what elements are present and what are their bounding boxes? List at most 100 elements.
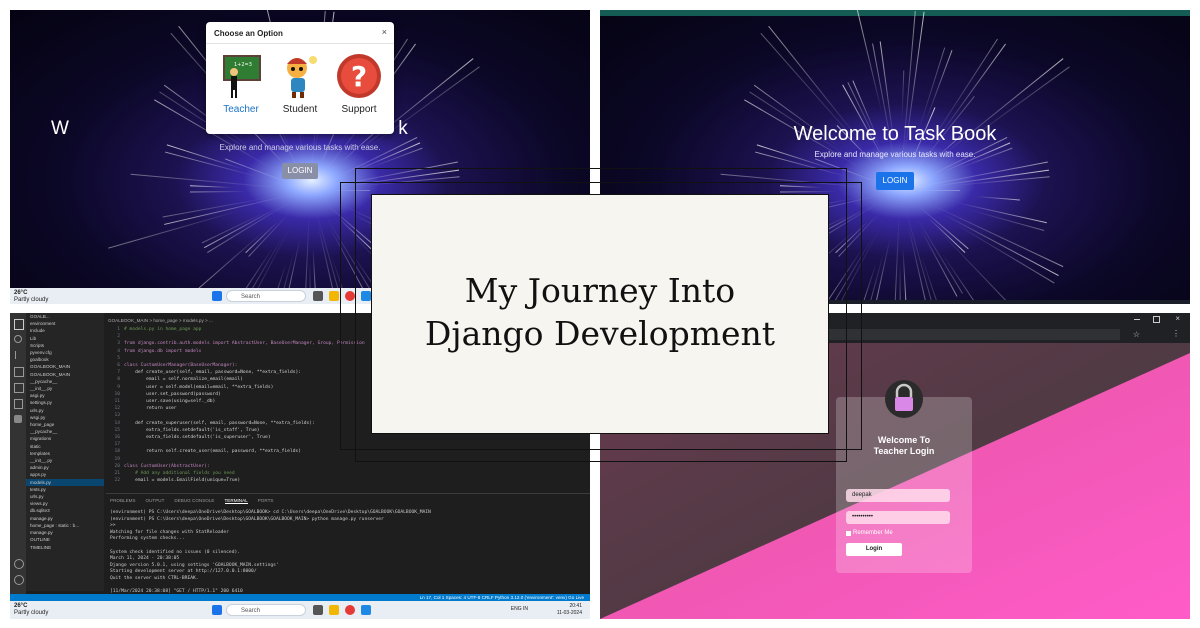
explorer-item[interactable]: __pycache__ [26,428,104,435]
close-icon[interactable]: × [382,27,387,37]
search-icon[interactable] [14,335,22,343]
light-streak [162,197,270,218]
explorer-item[interactable]: environment [26,320,104,327]
explorer-item[interactable]: GOALBOOK_MAIN [26,371,104,378]
terminal-tab[interactable]: OUTPUT [146,498,165,503]
explorer-item[interactable]: OUTLINE [26,536,104,543]
title-line-1: My Journey Into [464,271,736,310]
light-streak [891,216,900,304]
explorer-item[interactable]: templates [26,450,104,457]
weather-widget[interactable]: 26°C Partly cloudy [14,290,48,304]
code-line: from django.contrib.auth.models import A… [124,341,365,347]
explorer-item[interactable]: asgi.py [26,392,104,399]
explorer-item[interactable]: pyvenv.cfg [26,349,104,356]
explorer-item[interactable]: GOALBOOK_MAIN [26,363,104,370]
maximize-icon[interactable] [1153,316,1160,323]
terminal-line: >> [110,523,116,529]
explorer-item[interactable]: __init__.py [26,457,104,464]
taskbar-search[interactable]: Search [226,290,306,302]
explorer-item[interactable]: models.py [26,478,104,486]
chrome-icon[interactable] [345,605,355,615]
taskbar-lang[interactable]: ENG IN [511,606,528,612]
line-numbers: 1 2 3 4 5 6 7 8 9 10 11 12 13 14 15 16 17 18 19 20 21 22 [114,327,120,484]
light-streak [952,221,1055,284]
close-window-icon[interactable]: × [1175,314,1180,323]
terminal-tab[interactable]: PORTS [258,498,274,503]
password-field[interactable]: •••••••••• [846,511,950,524]
taskbar-clock[interactable]: 20:41 11-03-2024 [557,603,582,617]
username-field[interactable]: deepak [846,489,950,502]
settings-gear-icon[interactable] [14,575,24,585]
weather-desc: Partly cloudy [14,297,49,303]
code-line: email = models.EmailField(unique=True) [124,478,241,484]
explorer-item[interactable]: home_page : static : b... [26,522,104,529]
terminal-panel[interactable]: PROBLEMS OUTPUT DEBUG CONSOLE TERMINAL PORTS… [106,493,590,594]
light-streak [189,190,247,193]
explorer-item[interactable]: manage.py [26,515,104,522]
option-support[interactable]: ? Support [334,52,384,115]
explorer-item[interactable]: urls.py [26,407,104,414]
light-streak [917,47,946,133]
explorer-item[interactable]: tests.py [26,486,104,493]
terminal-tab[interactable]: DEBUG CONSOLE [174,498,214,503]
remember-me-checkbox[interactable] [846,531,851,536]
light-streak [899,262,902,304]
windows-start-icon[interactable] [212,605,222,615]
explorer-item[interactable]: db.sqlite3 [26,507,104,514]
explorer-item[interactable]: __pycache__ [26,378,104,385]
explorer-item[interactable]: migrations [26,435,104,442]
terminal-tab[interactable]: PROBLEMS [110,498,136,503]
explorer-item[interactable]: GOALB... [26,313,104,320]
explorer-item[interactable]: TIMELINE [26,544,104,551]
taskview-icon[interactable] [313,291,323,301]
title-line-2: Django Development [424,314,776,353]
explorer-item[interactable]: urls.py [26,493,104,500]
explorer-item[interactable]: __init__.py [26,385,104,392]
terminal-tab[interactable]: TERMINAL [224,498,248,504]
explorer-item[interactable]: Scripts [26,342,104,349]
testing-icon[interactable] [14,399,23,409]
account-icon[interactable] [14,559,24,569]
remember-me-label: Remember Me [853,530,893,536]
option-teacher[interactable]: 1+2=3 Teacher [216,52,266,115]
python-icon[interactable] [14,415,22,423]
explorer-item[interactable]: home_page [26,421,104,428]
code-line: class CustomUserManager(BaseUserManager)… [124,363,238,369]
terminal-line: Performing system checks... [110,536,185,542]
explorer-item[interactable]: Include [26,327,104,334]
explorer-item[interactable]: static [26,443,104,450]
source-control-icon[interactable] [15,351,22,359]
login-button[interactable]: LOGIN [282,163,318,179]
login-submit-button[interactable]: Login [846,543,902,556]
taskbar-search[interactable]: Search [226,604,306,616]
menu-dots-icon[interactable]: ⋮ [1172,329,1180,338]
code-line: class CustomUser(AbstractUser): [124,463,210,469]
minimize-icon[interactable] [1134,319,1140,320]
explorer-item[interactable]: admin.py [26,464,104,471]
file-explorer-icon[interactable] [329,291,339,301]
run-debug-icon[interactable] [14,367,24,377]
file-explorer-icon[interactable] [329,605,339,615]
explorer-item[interactable]: manage.py [26,529,104,536]
windows-start-icon[interactable] [212,291,222,301]
explorer-item[interactable]: settings.py [26,399,104,406]
extensions-icon[interactable] [14,383,24,393]
explorer-item[interactable]: goalbook [26,356,104,363]
vscode-icon[interactable] [361,605,371,615]
option-student-label: Student [282,104,318,115]
option-student[interactable]: Student [275,52,325,115]
weather-widget[interactable]: 26°C Partly cloudy [14,603,48,617]
breadcrumb: GOALBOOK_MAIN > home_page > models.py > … [108,318,213,323]
explorer-item[interactable]: Lib [26,335,104,342]
login-button[interactable]: LOGIN [876,172,914,190]
code-editor[interactable]: # models.py in home_page app from django… [124,326,365,484]
status-bar: Ln 17, Col 1 Spaces: 4 UTF-8 CRLF Python… [10,594,590,601]
terminal-tabs: PROBLEMS OUTPUT DEBUG CONSOLE TERMINAL PORTS [110,498,283,504]
taskview-icon[interactable] [313,605,323,615]
explorer-icon[interactable] [14,319,24,330]
explorer-item[interactable]: wsgi.py [26,414,104,421]
explorer-item[interactable]: apps.py [26,471,104,478]
option-support-label: Support [341,104,377,115]
bookmark-star-icon[interactable]: ☆ [1133,330,1140,339]
explorer-item[interactable]: views.py [26,500,104,507]
